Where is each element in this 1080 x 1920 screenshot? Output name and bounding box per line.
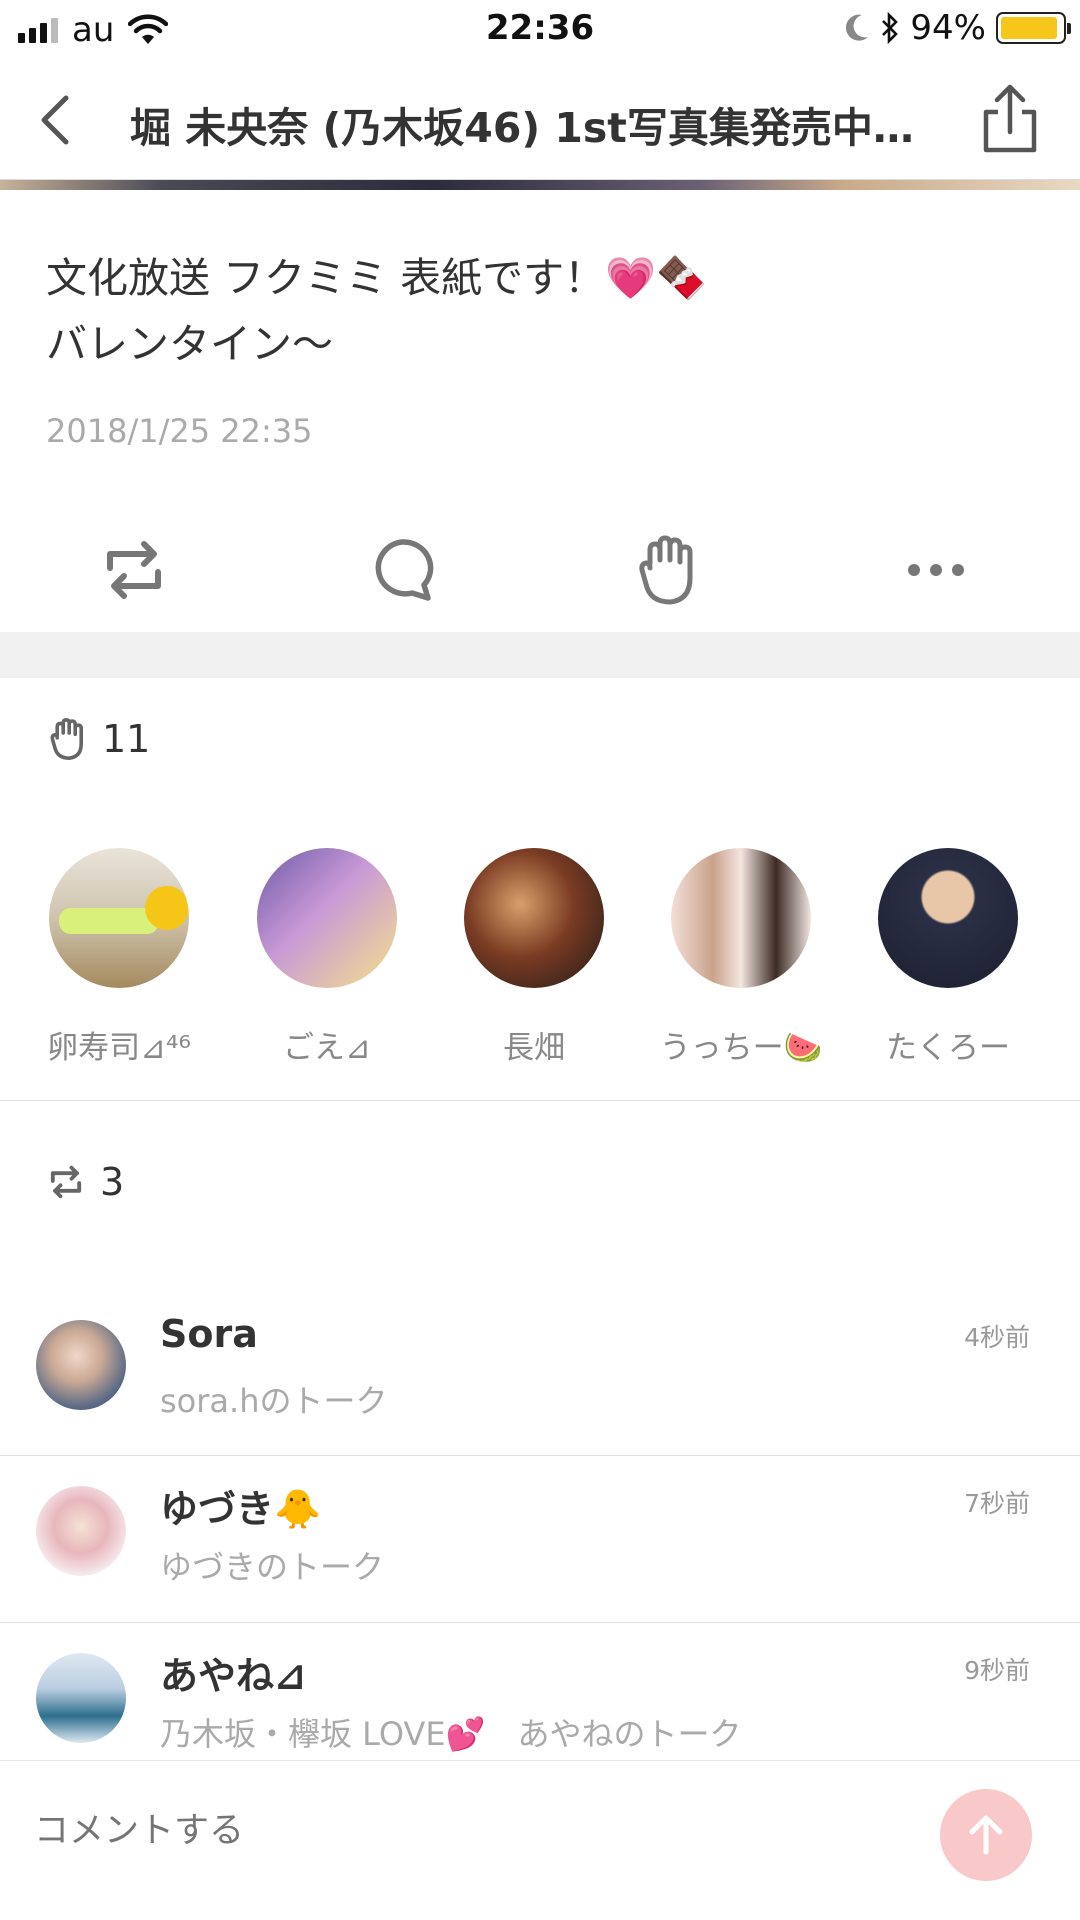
repost-icon [50, 1165, 82, 1199]
post-line-2: バレンタイン〜 [46, 320, 333, 368]
section-divider [0, 632, 1080, 678]
reposts-header: 3 [44, 1160, 124, 1204]
more-button[interactable] [896, 530, 976, 610]
comment-input[interactable] [34, 1811, 914, 1851]
timestamp: 9秒前 [964, 1656, 1030, 1685]
reposts-count: 3 [100, 1160, 125, 1204]
liker-name: うっちー🍉 [659, 1030, 823, 1066]
timestamp: 7秒前 [964, 1489, 1030, 1518]
clap-button[interactable] [628, 530, 708, 610]
bluetooth-icon [882, 12, 899, 44]
page-title: 堀 未央奈 (乃木坂46) 1st写真集発売中… [130, 104, 914, 152]
avatar [36, 1486, 126, 1576]
user-subtitle: 乃木坂・欅坂 LOVE💕 あやねのトーク [160, 1715, 742, 1753]
likes-count: 11 [102, 717, 151, 761]
list-item[interactable]: Sora sora.hのトーク 4秒前 [0, 1290, 1080, 1455]
liker-item[interactable]: たくろー [848, 848, 1048, 1067]
post-line-1: 文化放送 フクミミ 表紙です！💗🍫 [46, 254, 708, 302]
comment-bar [0, 1760, 1080, 1920]
photo-edge [0, 180, 1080, 190]
arrow-up-icon [969, 1815, 1003, 1855]
avatar [36, 1653, 126, 1743]
comment-button[interactable] [362, 530, 442, 610]
liker-name: ごえ⊿ [283, 1030, 371, 1066]
user-name: Sora [160, 1312, 258, 1356]
post-text: 文化放送 フクミミ 表紙です！💗🍫 バレンタイン〜 [46, 245, 1036, 377]
liker-item[interactable]: ごえ⊿ [227, 848, 427, 1067]
avatar [878, 848, 1018, 988]
clap-icon [50, 718, 83, 760]
battery-percent: 94% [910, 8, 986, 48]
liker-name: たくろー [886, 1030, 1010, 1066]
user-subtitle: ゆづきのトーク [160, 1548, 385, 1586]
likes-header: 11 [44, 715, 150, 763]
avatar [49, 848, 189, 988]
avatar [671, 848, 811, 988]
user-name: ゆづき🐥 [160, 1487, 322, 1531]
navbar: 堀 未央奈 (乃木坂46) 1st写真集発売中… [0, 62, 1080, 180]
repost-button[interactable] [94, 530, 174, 610]
back-button[interactable] [22, 84, 92, 154]
liker-item[interactable]: うっちー🍉 [641, 848, 841, 1067]
avatar [257, 848, 397, 988]
liker-item[interactable]: 長畑 [434, 848, 634, 1067]
share-button[interactable] [970, 80, 1050, 160]
user-subtitle: sora.hのトーク [160, 1382, 388, 1420]
likers-row: 卵寿司⊿⁴⁶ ごえ⊿ 長畑 うっちー🍉 たくろー [0, 848, 1080, 1068]
list-item[interactable]: ゆづき🐥 ゆづきのトーク 7秒前 [0, 1456, 1080, 1621]
divider [0, 1100, 1080, 1101]
moon-icon [846, 14, 869, 41]
battery-icon [996, 12, 1071, 44]
avatar [36, 1320, 126, 1410]
status-bar: au 22:36 94% [0, 0, 1080, 62]
liker-item[interactable]: 卵寿司⊿⁴⁶ [19, 848, 219, 1067]
timestamp: 4秒前 [964, 1323, 1030, 1352]
action-bar [0, 530, 1080, 610]
send-button[interactable] [940, 1789, 1032, 1881]
liker-name: 長畑 [503, 1030, 565, 1066]
liker-name: 卵寿司⊿⁴⁶ [47, 1030, 191, 1066]
user-name: あやね⊿ [160, 1654, 306, 1698]
post-date: 2018/1/25 22:35 [46, 412, 313, 450]
avatar [464, 848, 604, 988]
